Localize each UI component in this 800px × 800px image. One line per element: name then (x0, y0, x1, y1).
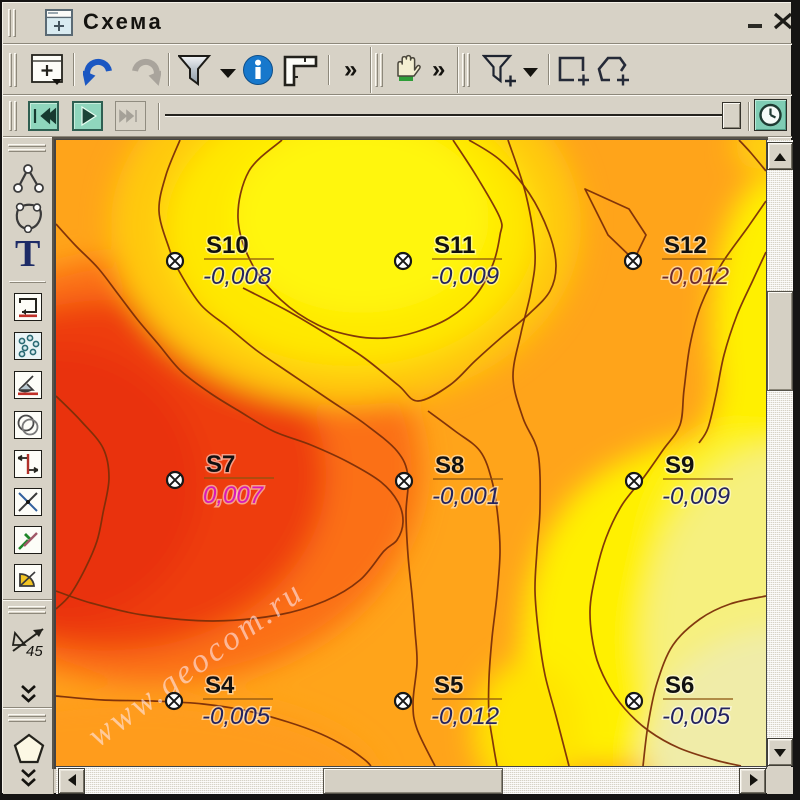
svg-text:-0,005: -0,005 (202, 703, 271, 730)
svg-text:-0,009: -0,009 (662, 483, 730, 510)
svg-text:S5: S5 (434, 672, 463, 699)
svg-text:S11: S11 (434, 232, 475, 259)
svg-text:-0,008: -0,008 (203, 263, 272, 290)
svg-text:S4: S4 (205, 672, 235, 699)
svg-text:S12: S12 (664, 232, 707, 259)
svg-text:S8: S8 (435, 452, 464, 479)
svg-text:S6: S6 (665, 672, 694, 699)
svg-text:45: 45 (26, 643, 43, 660)
svg-text:0,007: 0,007 (203, 482, 265, 509)
svg-text:-0,009: -0,009 (431, 263, 499, 290)
svg-text:S9: S9 (665, 452, 694, 479)
svg-text:-0,001: -0,001 (432, 483, 500, 510)
svg-text:-0,012: -0,012 (661, 263, 729, 290)
svg-text:S7: S7 (206, 451, 235, 478)
svg-text:S10: S10 (206, 232, 249, 259)
svg-text:-0,012: -0,012 (431, 703, 499, 730)
svg-text:-0,005: -0,005 (662, 703, 731, 730)
